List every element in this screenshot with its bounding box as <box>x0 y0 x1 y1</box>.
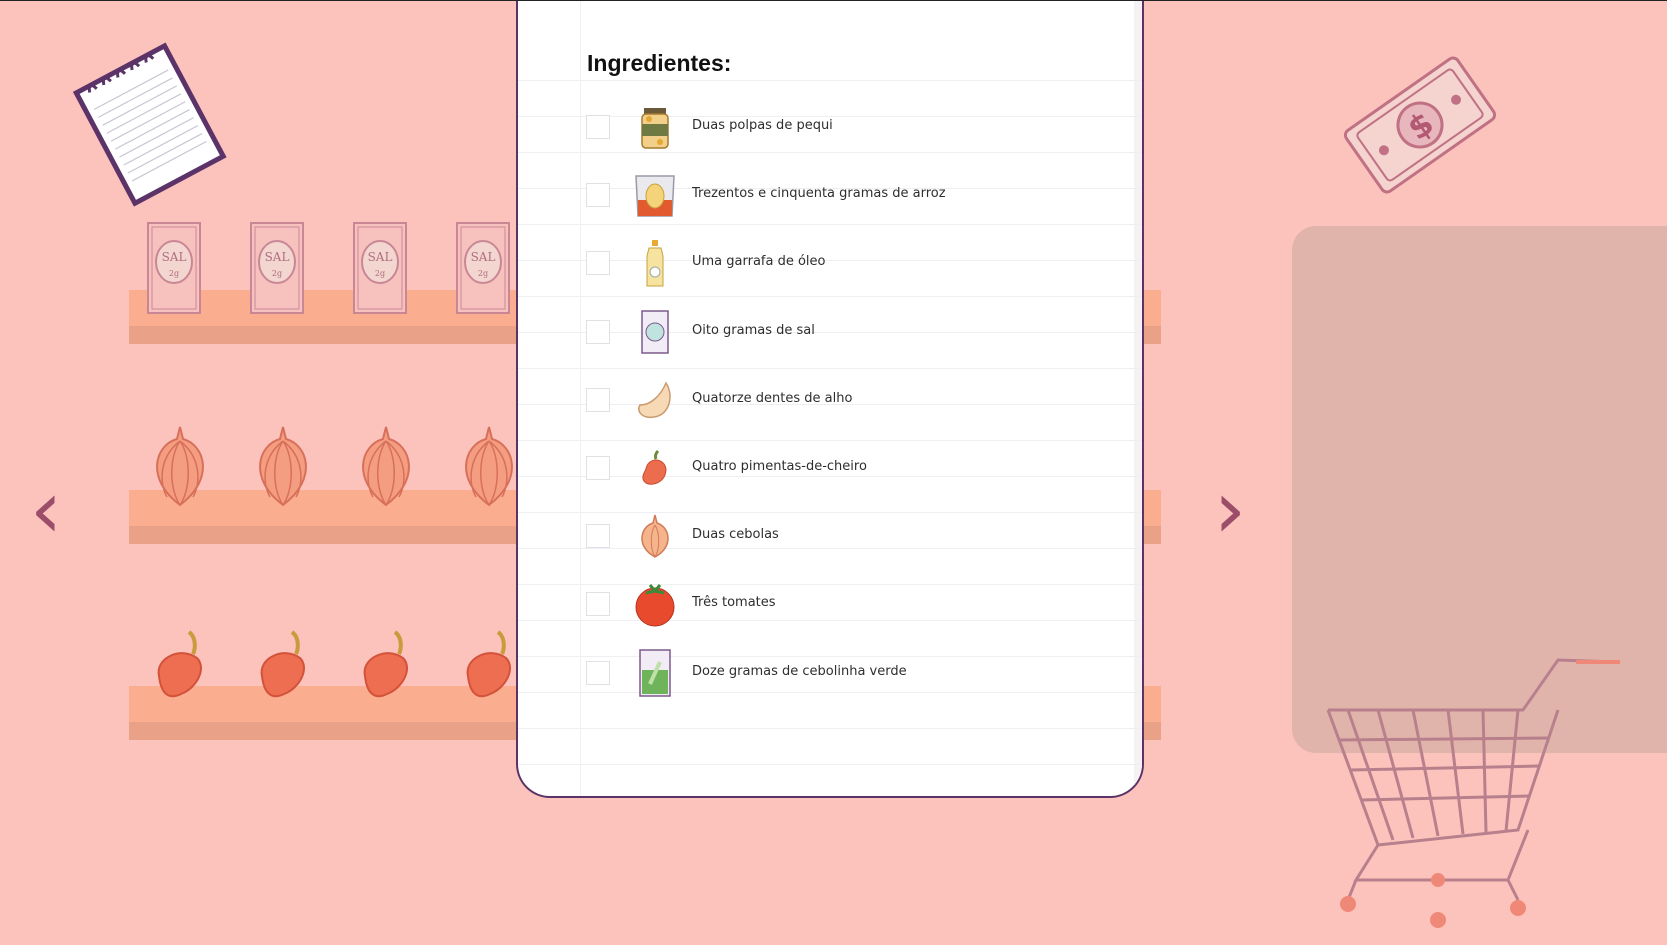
money-bill-icon[interactable]: $ <box>1340 50 1500 205</box>
onion-icon <box>630 511 680 561</box>
onion-icon[interactable] <box>248 423 318 514</box>
paper-rule-line <box>518 80 1142 81</box>
list-title: Ingredientes: <box>587 50 732 76</box>
svg-text:2g: 2g <box>272 269 282 278</box>
paper-rule-line <box>518 224 1142 225</box>
garlic-clove-icon <box>630 375 680 425</box>
ingredient-checkbox[interactable] <box>586 251 610 276</box>
paper-rule-line <box>518 512 1142 513</box>
ingredient-checkbox[interactable] <box>586 387 610 412</box>
oil-bottle-icon <box>630 238 680 288</box>
paper-rule-line <box>518 764 1142 765</box>
ingredient-label: Oito gramas de sal <box>692 322 815 338</box>
paper-rule-line <box>518 728 1142 729</box>
svg-text:SAL: SAL <box>265 250 290 264</box>
ingredient-row: Doze gramas de cebolinha verde <box>518 648 1142 697</box>
ingredient-checkbox[interactable] <box>586 660 610 685</box>
paper-rule-line <box>518 368 1142 369</box>
onion-icon[interactable] <box>145 423 215 514</box>
svg-text:2g: 2g <box>478 269 488 278</box>
salt-packet-icon <box>630 307 680 357</box>
ingredient-row: Quatorze dentes de alho <box>518 381 1142 421</box>
ingredient-row: Duas polpas de pequi <box>518 108 1142 149</box>
pepper-icon[interactable] <box>454 628 524 709</box>
svg-text:SAL: SAL <box>162 250 187 264</box>
onion-icon[interactable] <box>454 423 524 514</box>
previous-arrow-button[interactable]: ‹ <box>30 470 62 550</box>
svg-text:2g: 2g <box>375 269 385 278</box>
ingredient-row: Trezentos e cinquenta gramas de arroz <box>518 175 1142 217</box>
salt-packet-icon[interactable]: SAL 2g <box>454 220 512 321</box>
notebook-icon[interactable] <box>70 40 230 215</box>
onion-icon[interactable] <box>351 423 421 514</box>
ingredient-label: Duas polpas de pequi <box>692 118 833 133</box>
ingredient-label: Trezentos e cinquenta gramas de arroz <box>692 186 946 202</box>
salt-packet-icon[interactable]: SAL 2g <box>145 220 203 321</box>
ingredient-checkbox[interactable] <box>586 183 610 208</box>
paper-rule-line <box>518 152 1142 153</box>
ingredient-row: Quatro pimentas-de-cheiro <box>518 449 1142 489</box>
ingredient-label: Uma garrafa de óleo <box>692 254 826 270</box>
pepper-icon[interactable] <box>145 628 215 709</box>
paper-rule-line <box>518 296 1142 297</box>
rice-bag-icon <box>630 170 680 220</box>
ingredient-checkbox[interactable] <box>586 524 610 549</box>
top-border <box>0 0 1667 1</box>
pepper-icon[interactable] <box>351 628 421 709</box>
pepper-icon <box>630 443 680 493</box>
ingredient-row: Três tomates <box>518 584 1142 627</box>
ingredient-checkbox[interactable] <box>586 456 610 480</box>
ingredient-checkbox[interactable] <box>586 319 610 344</box>
pepper-icon[interactable] <box>248 628 318 709</box>
shopping-cart-icon <box>1318 650 1628 945</box>
ingredient-row: Duas cebolas <box>518 515 1142 559</box>
ingredient-label: Quatorze dentes de alho <box>692 390 853 406</box>
ingredient-label: Duas cebolas <box>692 527 779 543</box>
svg-text:2g: 2g <box>169 269 179 278</box>
ingredient-row: Uma garrafa de óleo <box>518 240 1142 287</box>
next-arrow-button[interactable]: › <box>1214 470 1246 550</box>
salt-packet-icon[interactable]: SAL 2g <box>248 220 306 321</box>
ingredient-label: Doze gramas de cebolinha verde <box>692 663 907 679</box>
chives-packet-icon <box>630 648 680 698</box>
svg-text:SAL: SAL <box>471 250 496 264</box>
ingredient-label: Três tomates <box>692 595 776 611</box>
ingredient-list-paper: Ingredientes: Duas polpas de pequi Trezen… <box>516 0 1144 798</box>
paper-rule-line <box>518 440 1142 441</box>
ingredient-checkbox[interactable] <box>586 115 610 139</box>
tomato-icon <box>630 579 680 629</box>
ingredient-row: Oito gramas de sal <box>518 309 1142 354</box>
ingredient-label: Quatro pimentas-de-cheiro <box>692 459 867 474</box>
salt-packet-icon[interactable]: SAL 2g <box>351 220 409 321</box>
ingredient-checkbox[interactable] <box>586 592 610 617</box>
pequi-jar-icon <box>630 102 680 152</box>
svg-text:SAL: SAL <box>368 250 393 264</box>
